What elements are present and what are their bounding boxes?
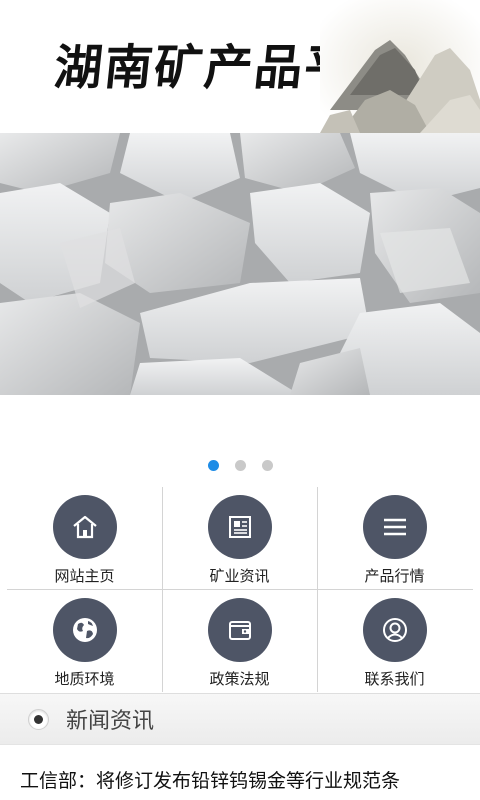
- nav-item-contact[interactable]: 联系我们: [317, 590, 472, 692]
- nav-item-mining-news[interactable]: 矿业资讯: [162, 487, 317, 589]
- carousel-dot-1[interactable]: [207, 460, 219, 471]
- nav-item-home[interactable]: 网站主页: [7, 487, 162, 589]
- nav-item-label: 矿业资讯: [209, 567, 270, 585]
- carousel-dot-2[interactable]: [234, 460, 246, 471]
- carousel-dot-3[interactable]: [261, 460, 273, 471]
- news-section-header: 新闻资讯: [0, 693, 480, 745]
- news-section-title: 新闻资讯: [66, 709, 155, 734]
- nav-item-product-market[interactable]: 产品行情: [317, 487, 472, 589]
- bullet-icon: [28, 708, 49, 730]
- wallet-icon: [207, 598, 272, 662]
- newspaper-icon: [207, 495, 272, 559]
- nav-item-geology[interactable]: 地质环境: [7, 590, 162, 692]
- header-banner: 湖南矿产品平台: [0, 0, 480, 133]
- nav-item-label: 产品行情: [364, 567, 425, 585]
- nav-item-label: 政策法规: [209, 670, 270, 688]
- nav-item-label: 网站主页: [54, 567, 115, 585]
- nav-item-label: 联系我们: [364, 670, 425, 688]
- menu-lines-icon: [362, 495, 427, 559]
- globe-icon: [52, 598, 117, 662]
- nav-grid: 网站主页 矿业资讯 产品行情 地质环境 政策法规 联系我们: [7, 487, 473, 692]
- nav-item-label: 地质环境: [54, 670, 115, 688]
- white-rocks-image: [0, 133, 480, 395]
- home-icon: [52, 495, 117, 559]
- carousel-indicators: [0, 460, 480, 471]
- nav-item-policy[interactable]: 政策法规: [162, 590, 317, 692]
- hero-carousel-slide[interactable]: [0, 133, 480, 395]
- user-icon: [362, 598, 427, 662]
- mineral-powder-image: [320, 0, 480, 133]
- news-item-link[interactable]: 工信部：将修订发布铅锌钨锡金等行业规范条: [20, 766, 400, 793]
